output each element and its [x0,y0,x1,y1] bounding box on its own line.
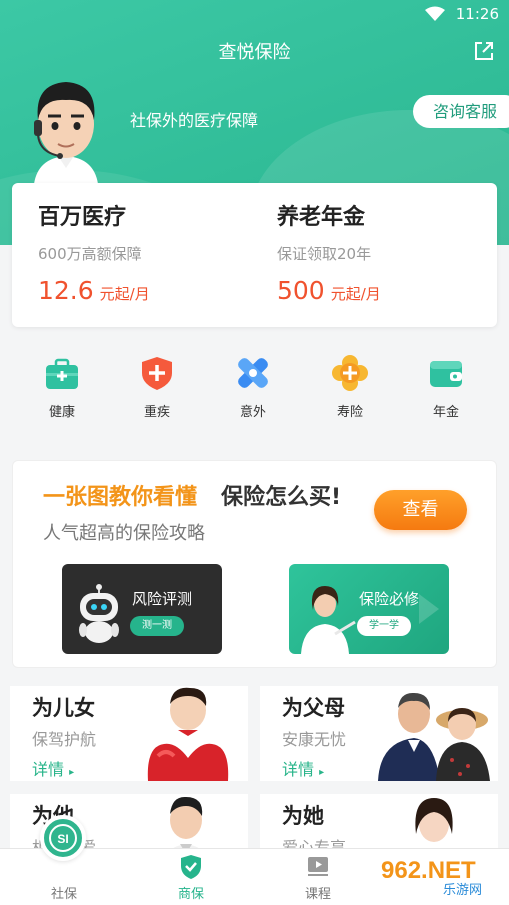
tile-title: 为父母 [282,696,345,720]
arrow-right-icon: ▸ [319,767,325,778]
video-play-icon [308,857,328,876]
category-annuity[interactable]: 年金 [406,355,486,420]
tile-subtitle: 保驾护航 [32,730,97,749]
insurance-course-card[interactable]: 保险必修 学一学 [289,564,449,654]
tab-courses[interactable]: 课程 [268,849,368,905]
tile-detail-link[interactable]: 详情 ▸ [32,756,74,780]
price-value: 500 [277,276,325,305]
tile-title: 为她 [282,804,324,828]
product-name: 养老年金 [277,205,366,230]
social-insurance-icon[interactable]: SI [40,815,86,861]
guide-title-rest: 保险怎么买! [221,485,342,510]
course-card-title: 保险必修 [359,590,420,608]
price-unit: 元起/月 [99,285,150,303]
guide-subtitle: 人气超高的保险攻略 [43,523,205,544]
category-label: 健康 [48,405,75,420]
flower-plus-icon [332,355,368,391]
child-with-heart-illustration [147,687,229,781]
category-label: 寿险 [336,405,363,420]
risk-card-title: 风险评测 [132,590,193,608]
bandage-cross-icon [238,358,268,388]
teacher-illustration [301,586,356,654]
product-name: 百万医疗 [38,205,127,230]
wifi-icon [425,6,445,21]
category-accident[interactable]: 意外 [213,355,293,420]
watermark-subtext: 乐游网 [443,883,482,898]
share-icon[interactable] [473,40,495,62]
tab-label: 课程 [304,887,331,902]
shield-check-icon [181,855,201,879]
tile-for-children[interactable]: 为儿女 保驾护航 详情 ▸ [10,686,248,781]
site-watermark-logo: 962.NET 乐游网 [373,854,503,898]
consult-service-button[interactable]: 咨询客服 [413,95,509,128]
category-critical-illness[interactable]: 重疾 [117,355,197,420]
arrow-right-icon [419,594,439,624]
product-pension-annuity[interactable]: 养老年金 保证领取20年 500 元起/月 [277,199,381,305]
robot-icon [79,584,119,643]
risk-test-button[interactable]: 测一测 [130,616,184,636]
tile-subtitle: 安康无忧 [282,730,347,749]
product-million-medical[interactable]: 百万医疗 600万高额保障 12.6 元起/月 [38,199,150,305]
product-price: 500 元起/月 [277,276,381,305]
tile-title: 为儿女 [32,696,95,720]
tile-detail-link[interactable]: 详情 ▸ [282,756,324,780]
page-title: 查悦保险 [218,42,291,63]
tile-link-text: 详情 [32,760,65,779]
tile-for-parents[interactable]: 为父母 安康无忧 详情 ▸ [260,686,498,781]
shield-plus-icon [142,357,172,390]
guide-title-highlight: 一张图教你看懂 [43,485,198,510]
price-unit: 元起/月 [330,285,381,303]
category-life[interactable]: 寿险 [310,355,390,420]
badge-text: SI [57,832,68,846]
category-label: 年金 [432,405,459,420]
category-label: 意外 [239,405,266,420]
risk-assessment-card[interactable]: 风险评测 测一测 [62,564,222,654]
category-row: 健康 重疾 意外 寿险 年金 [0,355,509,425]
wallet-icon [430,361,462,387]
watermark-text: 962.NET [381,857,476,884]
course-learn-button[interactable]: 学一学 [357,616,411,636]
social-insurance-badge: SI [49,824,77,852]
header-slogan: 社保外的医疗保障 [130,111,259,130]
medical-kit-icon [46,358,78,389]
price-value: 12.6 [38,276,94,305]
tile-link-text: 详情 [282,760,315,779]
product-desc: 保证领取20年 [277,245,372,263]
elderly-couple-illustration [378,692,490,781]
view-guide-button[interactable]: 查看 [374,490,467,530]
featured-products-card: 百万医疗 600万高额保障 12.6 元起/月 养老年金 保证领取20年 500 元… [12,183,497,327]
product-price: 12.6 元起/月 [38,276,150,305]
status-time: 11:26 [455,5,499,23]
customer-service-avatar [34,82,98,184]
product-desc: 600万高额保障 [38,245,142,263]
arrow-right-icon: ▸ [69,767,75,778]
status-bar: 11:26 [0,0,509,28]
insurance-guide-card: 一张图教你看懂 保险怎么买! 人气超高的保险攻略 查看 风险评测 测一测 保险必… [12,460,497,668]
category-health[interactable]: 健康 [22,355,102,420]
tab-label: 社保 [50,887,77,902]
tab-label: 商保 [177,887,204,902]
category-label: 重疾 [143,405,170,420]
tab-commercial-insurance[interactable]: 商保 [141,849,241,905]
